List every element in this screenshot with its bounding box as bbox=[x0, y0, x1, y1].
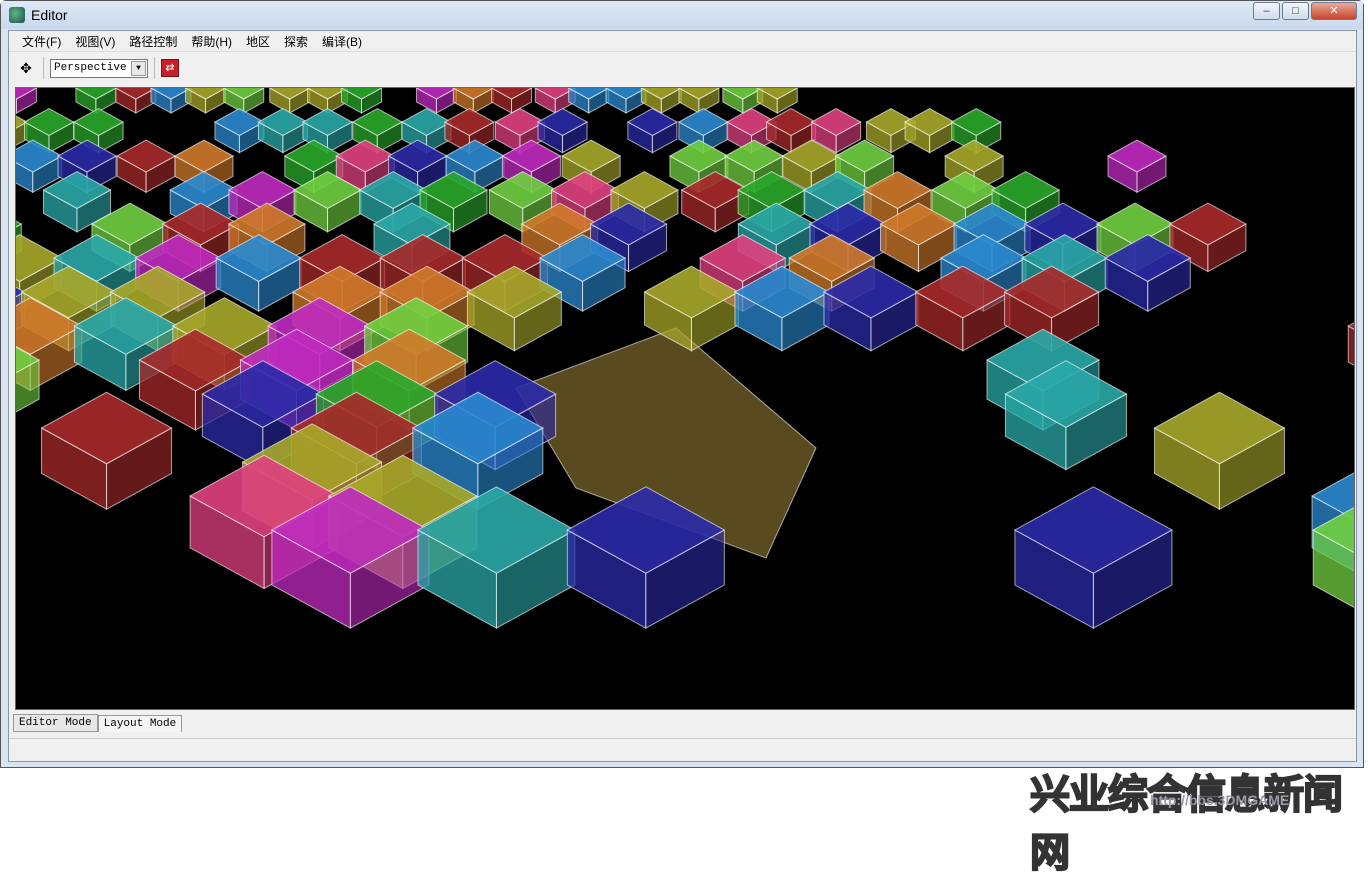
menu-bar: 文件(F) 视图(V) 路径控制 帮助(H) 地区 探索 编译(B) bbox=[9, 31, 1356, 52]
3d-viewport[interactable] bbox=[15, 87, 1355, 710]
tab-editor-mode[interactable]: Editor Mode bbox=[13, 714, 98, 732]
menu-help[interactable]: 帮助(H) bbox=[184, 33, 239, 50]
toolbar-separator bbox=[154, 57, 155, 79]
menu-view[interactable]: 视图(V) bbox=[68, 33, 122, 50]
menu-build[interactable]: 编译(B) bbox=[315, 33, 369, 50]
toolbar: ✥ Perspective ▼ ⇄ bbox=[9, 52, 1356, 84]
menu-explore[interactable]: 探索 bbox=[277, 33, 315, 50]
tab-layout-mode[interactable]: Layout Mode bbox=[98, 715, 183, 732]
title-bar: Editor – □ ✕ bbox=[1, 1, 1363, 29]
client-area: 文件(F) 视图(V) 路径控制 帮助(H) 地区 探索 编译(B) ✥ Per… bbox=[8, 30, 1357, 762]
mode-tabs: Editor Mode Layout Mode bbox=[13, 714, 182, 732]
move-arrows-icon[interactable]: ✥ bbox=[15, 57, 37, 79]
menu-region[interactable]: 地区 bbox=[239, 33, 277, 50]
watermark: 兴业综合信息新闻网 bbox=[1030, 762, 1368, 878]
close-button[interactable]: ✕ bbox=[1311, 2, 1357, 20]
tile-box-side bbox=[1348, 326, 1355, 390]
scene-canvas[interactable] bbox=[16, 88, 1355, 710]
red-swap-icon[interactable]: ⇄ bbox=[161, 59, 179, 77]
minimize-button[interactable]: – bbox=[1253, 2, 1280, 20]
maximize-button[interactable]: □ bbox=[1282, 2, 1309, 20]
chevron-down-icon[interactable]: ▼ bbox=[131, 61, 146, 76]
menu-path-control[interactable]: 路径控制 bbox=[122, 33, 184, 50]
app-globe-icon bbox=[9, 7, 25, 23]
view-mode-value: Perspective bbox=[54, 62, 127, 74]
toolbar-separator bbox=[43, 57, 44, 79]
status-bar bbox=[9, 738, 1356, 762]
watermark-url: http://bbs.3DMGAME bbox=[1150, 792, 1289, 808]
menu-file[interactable]: 文件(F) bbox=[15, 33, 68, 50]
editor-window: Editor – □ ✕ 文件(F) 视图(V) 路径控制 帮助(H) 地区 探… bbox=[0, 0, 1364, 768]
view-mode-select[interactable]: Perspective ▼ bbox=[50, 59, 148, 78]
window-title: Editor bbox=[31, 7, 68, 23]
